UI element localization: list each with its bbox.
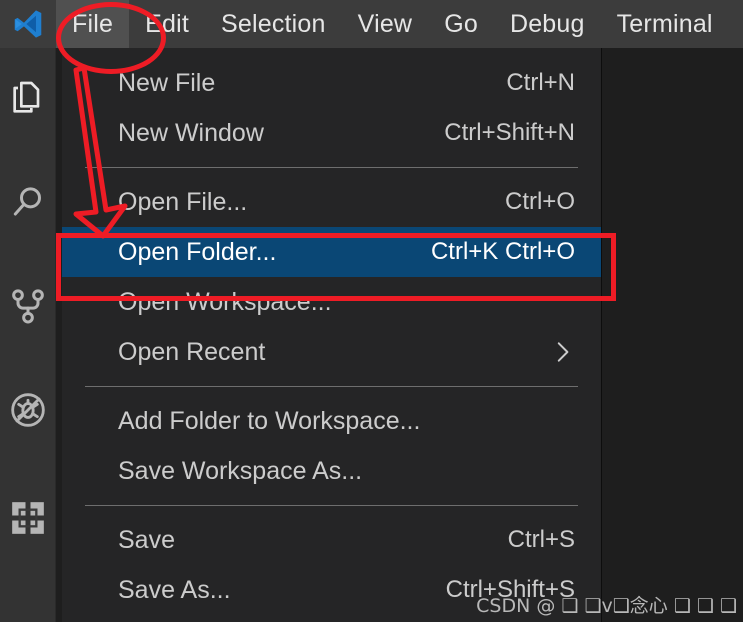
menubar-item-label: Selection <box>220 9 326 38</box>
source-control-icon <box>8 286 48 326</box>
menubar-item-view[interactable]: View <box>342 0 429 48</box>
sidebar-item-debug[interactable] <box>0 382 56 438</box>
sidebar-item-explorer[interactable] <box>0 70 56 126</box>
watermark: CSDN @ ❑ ❑v❑念心 ❑ ❑ ❑ <box>476 595 737 617</box>
menubar-item-label: File <box>72 9 114 38</box>
menu-item-shortcut: Ctrl+N <box>506 69 575 96</box>
menu-item-label: Open Folder... <box>118 237 277 266</box>
title-bar: File Edit Selection View Go Debug Termin… <box>0 0 743 48</box>
menu-item-shortcut: Ctrl+S <box>507 526 575 553</box>
extensions-icon <box>8 498 48 538</box>
menubar-item-label: Go <box>444 9 478 38</box>
menu-separator <box>85 505 578 506</box>
files-icon <box>8 78 48 118</box>
vscode-logo-icon <box>0 0 56 48</box>
menu-item-new-window[interactable]: New Window Ctrl+Shift+N <box>62 108 601 158</box>
menu-separator <box>85 386 578 387</box>
sidebar-item-search[interactable] <box>0 174 56 230</box>
menu-item-label: Save Workspace As... <box>118 456 363 485</box>
sidebar-item-source-control[interactable] <box>0 278 56 334</box>
menu-item-open-file[interactable]: Open File... Ctrl+O <box>62 177 601 227</box>
menubar-item-selection[interactable]: Selection <box>205 0 342 48</box>
chevron-right-icon <box>549 339 575 365</box>
menu-item-label: New File <box>118 68 216 97</box>
activity-bar <box>0 48 56 622</box>
menubar-item-file[interactable]: File <box>56 0 130 48</box>
menubar-item-label: View <box>357 9 413 38</box>
menu-item-add-folder-to-workspace[interactable]: Add Folder to Workspace... <box>62 396 601 446</box>
menu-item-label: Add Folder to Workspace... <box>118 406 421 435</box>
search-icon <box>8 182 48 222</box>
menubar-item-terminal[interactable]: Terminal <box>601 0 729 48</box>
menu-item-label: Open File... <box>118 187 248 216</box>
sidebar-item-extensions[interactable] <box>0 490 56 546</box>
menu-bar: File Edit Selection View Go Debug Termin… <box>56 0 729 48</box>
menu-item-label: Open Workspace... <box>118 287 332 316</box>
menu-item-shortcut: Ctrl+Shift+N <box>444 119 575 146</box>
menu-item-label: Save <box>118 525 175 554</box>
menu-item-open-folder[interactable]: Open Folder... Ctrl+K Ctrl+O <box>62 227 601 277</box>
menu-item-label: New Window <box>118 118 264 147</box>
menubar-item-label: Terminal <box>616 9 713 38</box>
menubar-item-edit[interactable]: Edit <box>129 0 205 48</box>
file-menu-dropdown: New File Ctrl+N New Window Ctrl+Shift+N … <box>62 48 602 622</box>
menubar-item-go[interactable]: Go <box>428 0 494 48</box>
vscode-window: New File Ctrl+N New Window Ctrl+Shift+N … <box>0 0 743 622</box>
menu-item-shortcut: Ctrl+O <box>504 188 575 215</box>
menu-separator <box>85 167 578 168</box>
menu-item-open-workspace[interactable]: Open Workspace... <box>62 277 601 327</box>
menubar-item-label: Edit <box>145 9 189 38</box>
menu-item-save[interactable]: Save Ctrl+S <box>62 515 601 565</box>
menubar-item-debug[interactable]: Debug <box>494 0 601 48</box>
menu-item-shortcut: Ctrl+K Ctrl+O <box>430 238 575 265</box>
menu-item-label: Save As... <box>118 575 231 604</box>
menu-item-new-file[interactable]: New File Ctrl+N <box>62 58 601 108</box>
debug-icon <box>8 390 48 430</box>
menu-item-save-workspace-as[interactable]: Save Workspace As... <box>62 446 601 496</box>
menu-item-label: Open Recent <box>118 337 266 366</box>
menubar-item-label: Debug <box>509 9 585 38</box>
menu-item-open-recent[interactable]: Open Recent <box>62 327 601 377</box>
